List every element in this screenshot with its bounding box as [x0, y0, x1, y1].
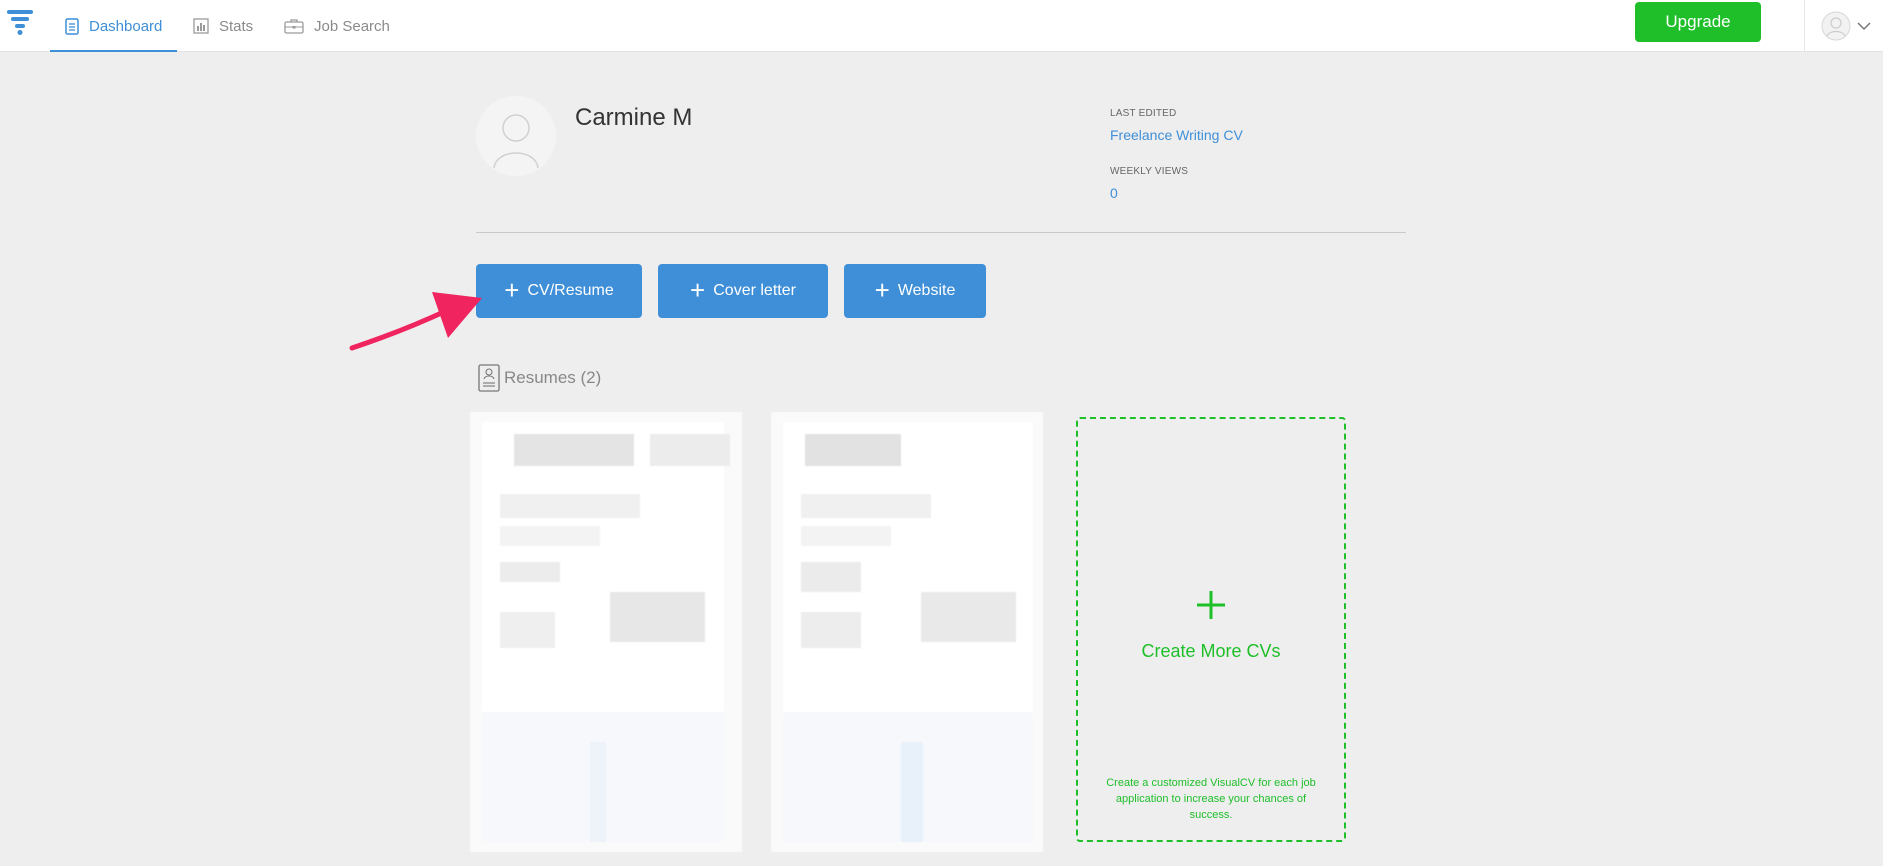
add-cv-resume-label: CV/Resume	[527, 282, 614, 299]
profile-divider	[476, 232, 1406, 233]
add-cover-letter-button[interactable]: + Cover letter	[658, 264, 828, 318]
create-more-cvs-description: Create a customized VisualCV for each jo…	[1106, 777, 1316, 821]
create-more-cvs-card[interactable]: Create More CVs Create a customized Visu…	[1076, 417, 1346, 842]
create-more-cvs-title: Create More CVs	[1141, 641, 1281, 661]
briefcase-icon	[284, 19, 304, 34]
visualcv-logo-icon[interactable]	[6, 8, 34, 36]
last-edited-link[interactable]: Freelance Writing CV	[1110, 127, 1243, 143]
resumes-heading-label: Resumes (2)	[504, 368, 602, 387]
tab-job-search[interactable]: Job Search	[284, 0, 390, 52]
last-edited-label: LAST EDITED	[1110, 108, 1177, 119]
user-avatar-icon	[1821, 11, 1851, 41]
add-website-label: Website	[897, 282, 956, 299]
resume-preview	[514, 434, 634, 466]
resume-preview	[801, 612, 861, 648]
weekly-views-label: WEEKLY VIEWS	[1110, 166, 1189, 177]
resume-preview	[801, 526, 891, 546]
resume-preview	[805, 434, 901, 466]
document-icon	[65, 17, 79, 35]
top-navigation-bar: Dashboard Stats Job Search Upgrade	[0, 0, 1883, 52]
add-cover-letter-label: Cover letter	[713, 282, 796, 299]
resumes-heading: Resumes (2)	[478, 364, 601, 392]
resume-preview	[500, 494, 640, 518]
resume-preview	[500, 612, 555, 648]
resume-preview	[801, 562, 861, 592]
resume-document-icon	[478, 364, 500, 392]
tab-dashboard[interactable]: Dashboard	[50, 0, 177, 52]
resume-preview	[610, 592, 705, 642]
resume-preview	[590, 742, 606, 842]
tab-dashboard-label: Dashboard	[89, 17, 163, 35]
add-cv-resume-button[interactable]: + CV/Resume	[476, 264, 642, 318]
add-website-button[interactable]: + Website	[844, 264, 986, 318]
plus-icon: +	[690, 274, 706, 305]
plus-icon: +	[504, 274, 520, 305]
profile-name: Carmine M	[575, 104, 693, 131]
weekly-views-value[interactable]: 0	[1110, 185, 1118, 201]
plus-icon	[1078, 589, 1344, 626]
tab-stats[interactable]: Stats	[193, 0, 253, 52]
resume-card[interactable]	[470, 412, 742, 852]
profile-avatar[interactable]	[476, 96, 556, 176]
resume-preview	[500, 526, 600, 546]
upgrade-button[interactable]: Upgrade	[1635, 2, 1761, 42]
resume-preview	[500, 562, 560, 582]
resume-preview	[921, 592, 1016, 642]
plus-icon: +	[874, 274, 890, 305]
resume-preview	[801, 494, 931, 518]
resume-preview	[650, 434, 730, 466]
tab-stats-label: Stats	[219, 17, 254, 35]
tab-job-search-label: Job Search	[314, 17, 390, 35]
resume-preview	[901, 742, 923, 842]
user-menu[interactable]	[1804, 0, 1883, 52]
bar-chart-icon	[193, 18, 209, 34]
chevron-down-icon	[1857, 22, 1871, 31]
annotation-arrow-icon	[349, 292, 482, 351]
resume-card[interactable]	[771, 412, 1043, 852]
person-placeholder-icon	[493, 114, 539, 169]
